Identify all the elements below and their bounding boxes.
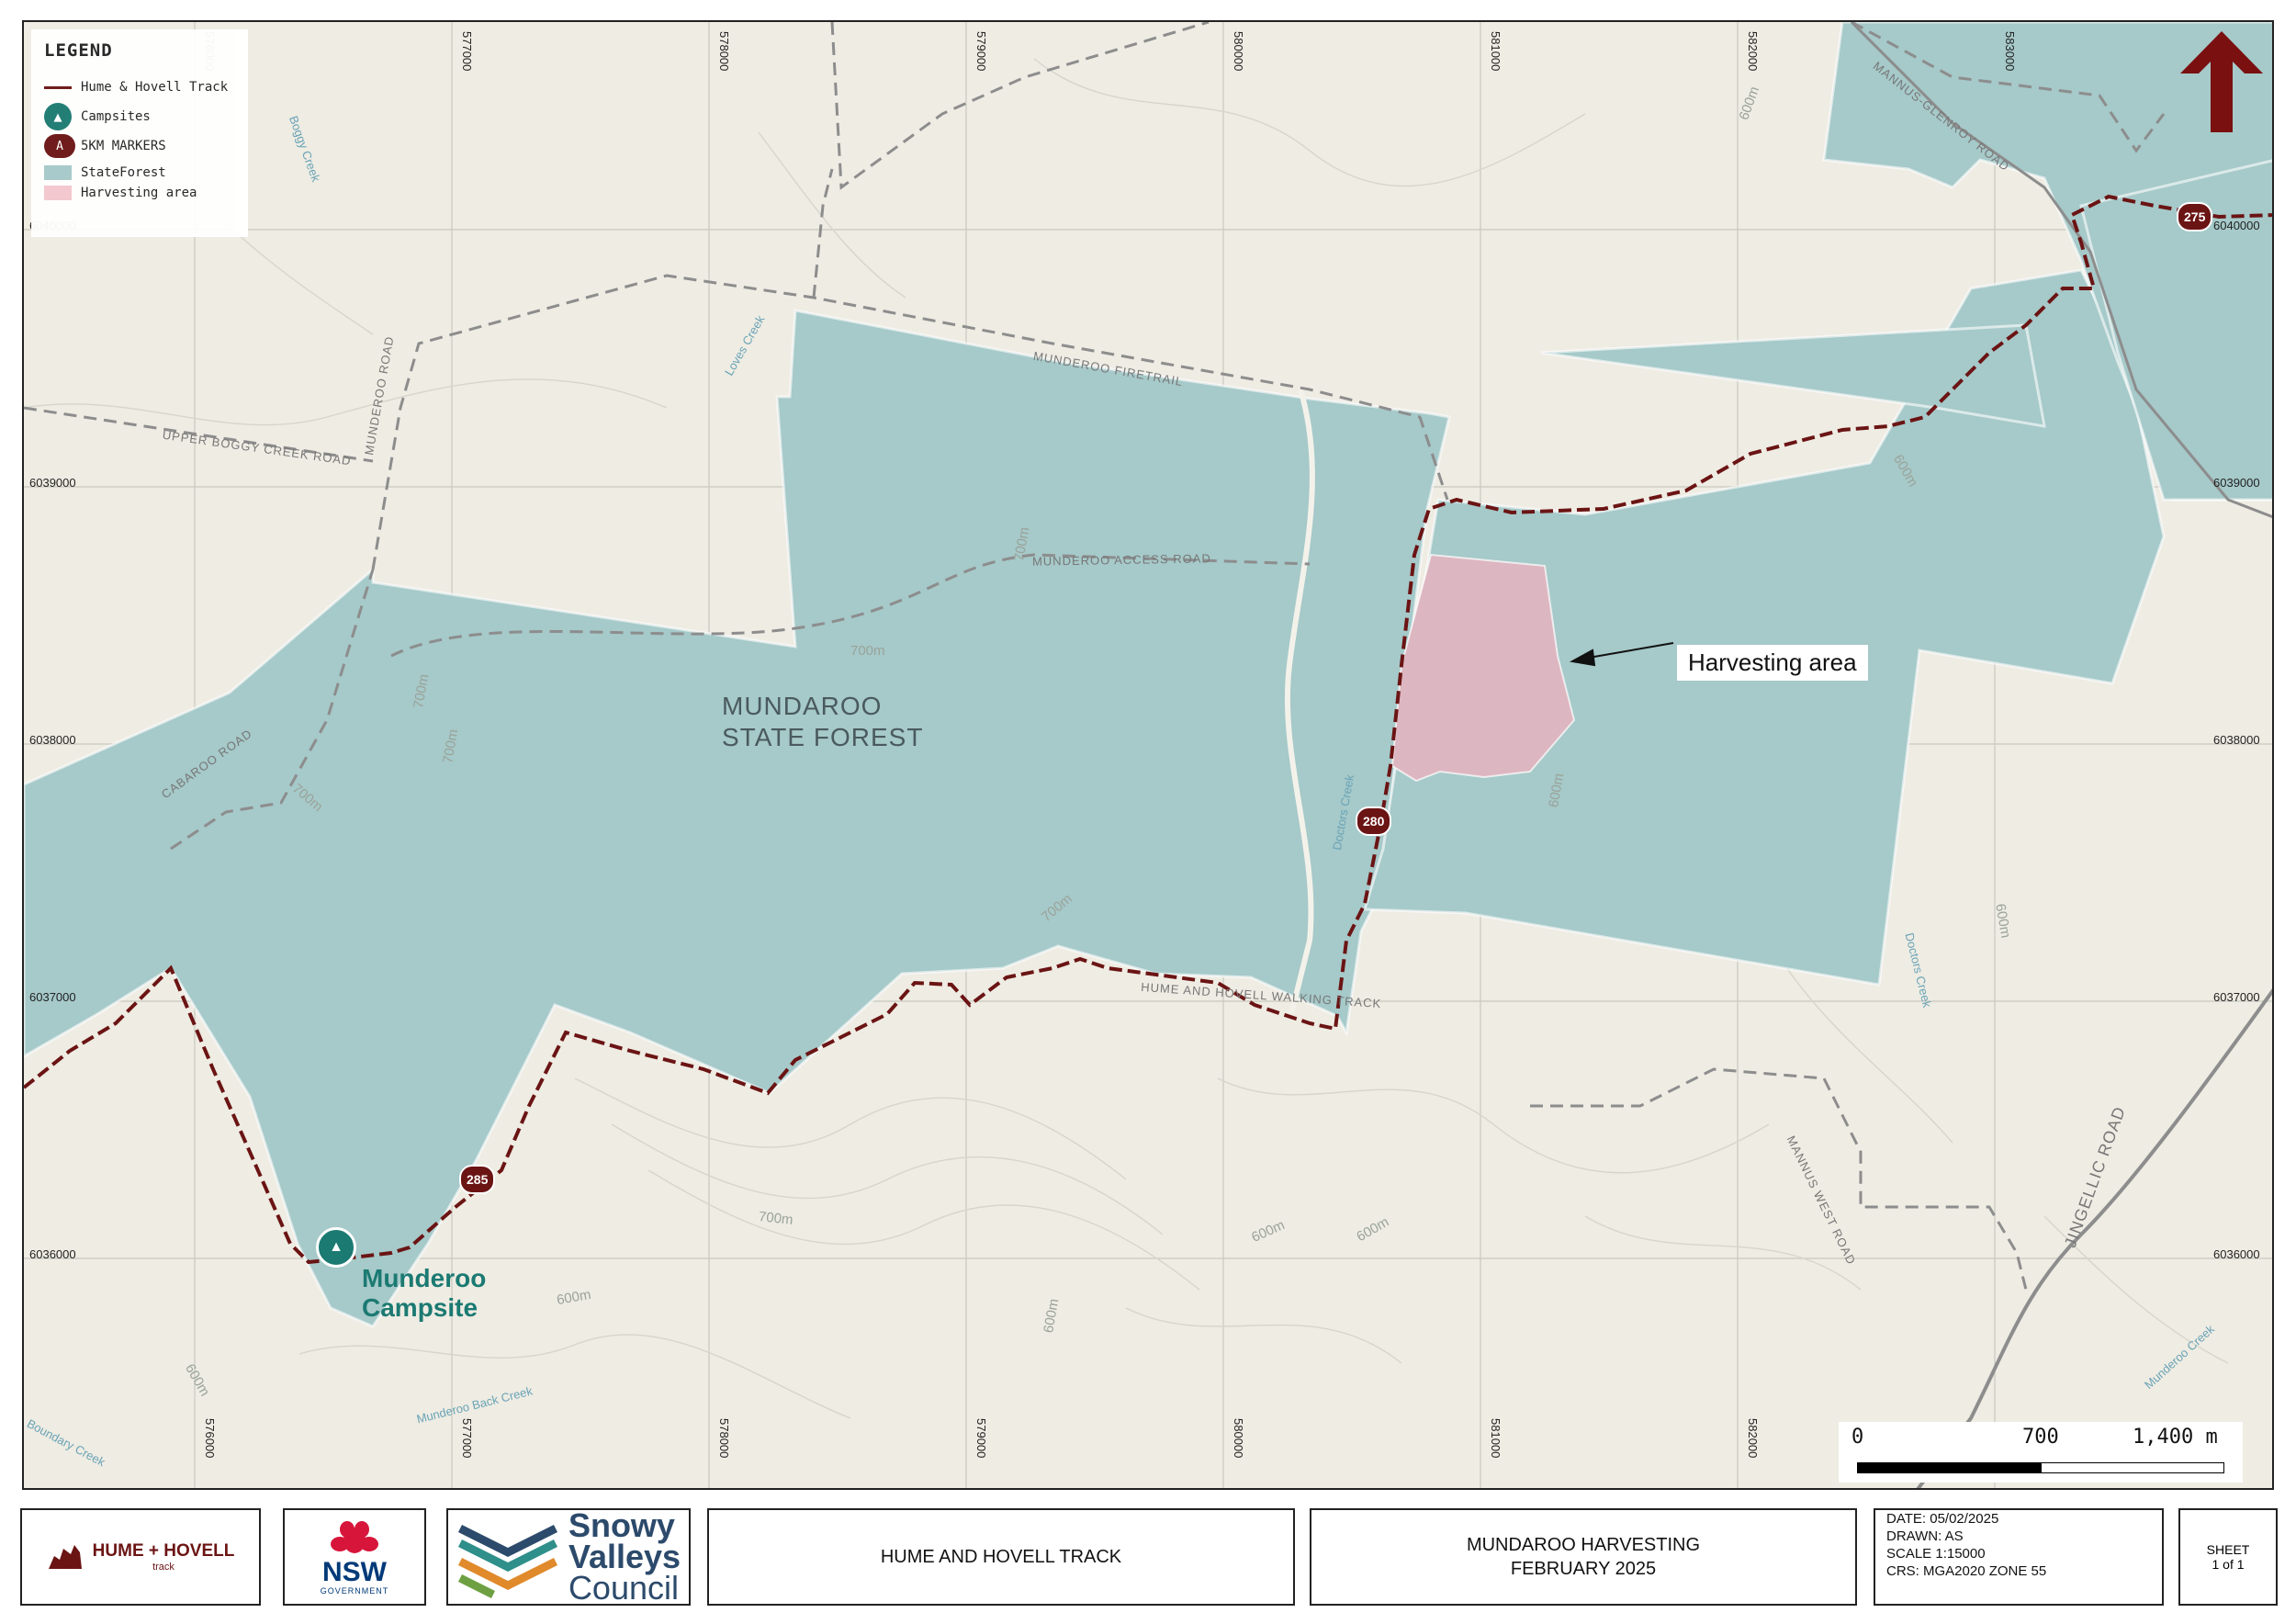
km-marker-285[interactable]: 285 [459, 1165, 496, 1194]
legend-row-harvest: Harvesting area [44, 184, 235, 202]
northing-label-right-6039000: 6039000 [2213, 476, 2260, 490]
sv-line-3: Council [568, 1569, 679, 1607]
km-marker-280[interactable]: 280 [1356, 806, 1392, 836]
project-title: HUME AND HOVELL TRACK [880, 1547, 1122, 1567]
info-date: DATE: 05/02/2025 [1886, 1511, 1999, 1527]
legend-row-forest: StateForest [44, 164, 235, 182]
easting-label-bottom-576000: 576000 [203, 1418, 217, 1459]
harvest-swatch [44, 186, 72, 200]
map-title-box: MUNDAROO HARVESTING FEBRUARY 2025 [1310, 1508, 1857, 1606]
map-info-box: DATE: 05/02/2025 DRAWN: AS SCALE 1:15000… [1874, 1508, 2164, 1606]
easting-label-579000: 579000 [974, 31, 988, 72]
scale-bar: 0 700 1,400 m [1839, 1422, 2243, 1483]
legend-label: Hume & Hovell Track [81, 80, 229, 95]
campsite-label-line-1: Munderoo [362, 1264, 487, 1292]
scale-mid: 700 [2022, 1426, 2059, 1449]
track-line-icon [44, 85, 72, 89]
snowy-valleys-logo: Snowy Valleys Council [446, 1508, 691, 1606]
easting-label-580000: 580000 [1232, 31, 1245, 72]
project-title-box: HUME AND HOVELL TRACK [707, 1508, 1295, 1606]
northing-label-6039000: 6039000 [29, 476, 76, 490]
snowy-valleys-emblem-icon [457, 1524, 557, 1598]
easting-label-bottom-582000: 582000 [1746, 1418, 1760, 1459]
legend-label: Campsites [81, 109, 151, 124]
jingellic-road [1916, 988, 2272, 1488]
km-marker-icon: A [44, 134, 75, 158]
north-arrow-icon [2180, 31, 2263, 132]
northing-label-right-6037000: 6037000 [2213, 990, 2260, 1004]
sheet-box: SHEET 1 of 1 [2178, 1508, 2278, 1606]
sv-line-1: Snowy [568, 1506, 675, 1544]
forest-swatch [44, 165, 72, 180]
scale-bar-filled [1857, 1462, 2041, 1473]
info-scale: SCALE 1:15000 [1886, 1546, 1986, 1562]
easting-label-578000: 578000 [717, 31, 731, 72]
state-forest [24, 22, 2272, 1328]
sheet-label: SHEET [2206, 1542, 2250, 1557]
easting-label-bottom-578000: 578000 [717, 1418, 731, 1459]
easting-label-bottom-580000: 580000 [1232, 1418, 1245, 1459]
map-title-line-2: FEBRUARY 2025 [1510, 1559, 1657, 1579]
northing-label-right-6038000: 6038000 [2213, 733, 2260, 747]
info-crs: CRS: MGA2020 ZONE 55 [1886, 1563, 2047, 1579]
scale-end: 1,400 m [2133, 1426, 2218, 1449]
easting-label-577000: 577000 [460, 31, 474, 72]
nsw-text: NSW [322, 1557, 387, 1587]
harvest-callout-label: Harvesting area [1677, 645, 1868, 681]
legend-row-campsites: ▲ Campsites [44, 103, 235, 130]
northing-label-6036000: 6036000 [29, 1247, 76, 1261]
state-forest-main [24, 309, 1451, 1328]
northing-label-6038000: 6038000 [29, 733, 76, 747]
easting-label-bottom-579000: 579000 [974, 1418, 988, 1459]
forest-label-line-2: STATE FOREST [722, 723, 924, 751]
nsw-gov-text: GOVERNMENT [320, 1586, 389, 1596]
northing-label-right-6040000: 6040000 [2213, 219, 2260, 232]
harvesting-area [1390, 553, 1576, 783]
campsite-label-line-2: Campsite [362, 1293, 478, 1322]
easting-label-583000: 583000 [2003, 31, 2017, 72]
easting-label-bottom-581000: 581000 [1489, 1418, 1503, 1459]
hh-logo-text: HUME + HOVELL [92, 1541, 235, 1561]
northing-label-right-6036000: 6036000 [2213, 1247, 2260, 1261]
km-marker-275[interactable]: 275 [2177, 202, 2213, 231]
forest-label-line-1: MUNDAROO [722, 692, 883, 720]
map-frame[interactable]: 576000 577000 578000 579000 580000 58100… [22, 20, 2274, 1490]
campsite-label: Munderoo Campsite [362, 1264, 486, 1323]
hume-hovell-emblem-icon [48, 1545, 82, 1569]
northing-label-6037000: 6037000 [29, 990, 76, 1004]
info-drawn: DRAWN: AS [1886, 1528, 1964, 1544]
legend-title: LEGEND [44, 40, 113, 61]
hume-hovell-logo: HUME + HOVELL track [20, 1508, 261, 1606]
campsite-icon[interactable]: ▲ [316, 1227, 356, 1268]
sv-line-2: Valleys [568, 1538, 681, 1575]
legend-label: 5KM MARKERS [81, 139, 166, 153]
forest-label: MUNDAROO STATE FOREST [722, 691, 923, 753]
waratah-icon [331, 1521, 378, 1553]
legend-label: StateForest [81, 165, 166, 180]
map-title-line-1: MUNDAROO HARVESTING [1466, 1535, 1701, 1555]
scale-bar-empty [2041, 1462, 2224, 1473]
sheet-number: 1 of 1 [2212, 1557, 2245, 1572]
easting-label-582000: 582000 [1746, 31, 1760, 72]
easting-label-581000: 581000 [1489, 31, 1503, 72]
campsite-icon: ▲ [44, 103, 72, 130]
scale-start: 0 [1851, 1426, 1864, 1449]
nsw-government-logo: NSW GOVERNMENT [283, 1508, 426, 1606]
legend-label: Harvesting area [81, 186, 197, 200]
legend: LEGEND Hume & Hovell Track ▲ Campsites A… [31, 29, 248, 237]
legend-row-markers: A 5KM MARKERS [44, 134, 235, 158]
legend-row-track: Hume & Hovell Track [44, 75, 235, 99]
easting-label-bottom-577000: 577000 [460, 1418, 474, 1459]
contour-label: 700m [850, 643, 885, 659]
snowy-valleys-text: Snowy Valleys Council [568, 1506, 681, 1607]
hh-logo-sub: track [152, 1562, 174, 1573]
